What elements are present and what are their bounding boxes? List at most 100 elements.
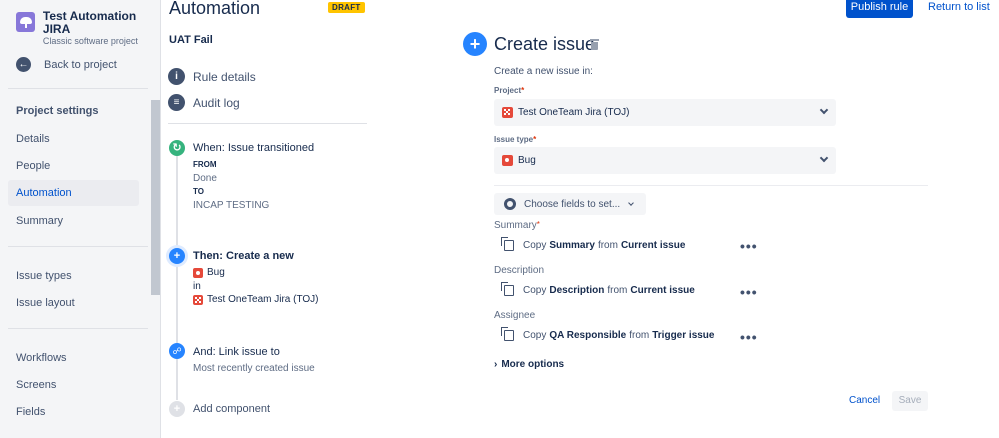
sidebar-item-fields[interactable]: Fields [8,399,139,425]
more-options-toggle[interactable]: › More options [494,359,564,370]
project-select[interactable]: Test OneTeam Jira (TOJ) [494,99,836,126]
action-issue-type: Bug [193,267,225,278]
project-avatar-icon [16,12,35,32]
rule-name[interactable]: UAT Fail [169,34,213,46]
more-actions-icon[interactable]: ••• [740,330,758,344]
project-icon [502,107,513,118]
draft-badge: DRAFT [328,2,365,13]
link-icon: ☍ [169,343,185,359]
bug-icon [193,267,203,278]
back-to-project-link[interactable]: ← Back to project [16,57,117,72]
sidebar-item-issue-types[interactable]: Issue types [8,263,139,289]
link-value: Most recently created issue [193,363,315,374]
sidebar-item-details[interactable]: Details [8,126,139,152]
chevron-down-icon [819,153,829,163]
audit-log-link[interactable]: ≡ Audit log [168,94,240,111]
issue-type-select-value: Bug [518,155,536,166]
audit-log-label: Audit log [193,95,240,110]
info-icon: i [168,68,185,85]
to-value: INCAP TESTING [193,200,270,211]
assignee-copy-row[interactable]: Copy QA Responsible from Trigger issue [501,327,717,341]
action-title[interactable]: Then: Create a new [193,250,294,262]
copy-text: Copy [523,240,547,251]
project-name: Test Automation JIRA [42,9,137,36]
divider [494,185,928,186]
sidebar-scrollbar[interactable] [151,100,160,295]
more-actions-icon[interactable]: ••• [740,239,758,253]
panel-subtitle: Create a new issue in: [494,66,593,77]
bug-icon [502,155,513,166]
trigger-icon: ↻ [169,140,185,156]
chevron-right-icon: › [494,359,498,370]
copy-source: Current issue [630,285,695,296]
save-button[interactable]: Save [892,391,928,411]
copy-icon [501,327,514,341]
copy-source: Current issue [620,240,686,251]
copy-field: Description [549,285,605,296]
action-plus-icon: + [169,248,185,264]
sidebar: Test Automation JIRA Classic software pr… [0,0,161,438]
action-project-label: Test OneTeam Jira (TOJ) [207,294,319,305]
arrow-left-icon: ← [16,57,31,72]
create-issue-plus-icon: + [463,32,487,56]
choose-fields-button[interactable]: Choose fields to set... [494,193,646,215]
divider [8,246,148,247]
copy-source: Trigger issue [652,330,715,341]
panel-title: Create issue [494,34,596,54]
issue-type-select[interactable]: Bug [494,147,836,174]
more-options-label: More options [501,359,565,370]
copy-icon [501,237,514,251]
add-component-button[interactable]: Add component [193,403,270,415]
sidebar-item-people[interactable]: People [8,153,139,179]
more-actions-icon[interactable]: ••• [740,285,758,299]
copy-from: from [597,240,618,251]
publish-rule-button[interactable]: Publish rule [846,0,913,18]
summary-copy-row[interactable]: Copy Summary from Current issue [501,237,688,251]
copy-from: from [629,330,650,341]
project-field-label: Project* [494,86,525,95]
back-label: Back to project [44,58,117,71]
flow-connector [176,150,178,400]
divider [8,328,148,329]
chevron-down-icon [819,105,829,115]
from-value: Done [193,173,217,184]
sidebar-item-workflows[interactable]: Workflows [8,345,139,371]
trigger-title[interactable]: When: Issue transitioned [193,142,314,154]
project-select-value: Test OneTeam Jira (TOJ) [518,107,630,118]
divider [168,123,367,124]
chevron-down-icon [628,199,635,206]
project-type: Classic software project [42,36,138,46]
trash-icon[interactable] [590,39,599,50]
add-icon: + [169,401,185,417]
return-to-list-link[interactable]: Return to list [928,1,990,13]
issue-type-field-label: Issue type* [494,135,537,144]
choose-fields-label: Choose fields to set... [524,198,621,210]
page-title: Automation [169,0,261,18]
action-in-label: in [193,281,201,292]
from-label: FROM [193,160,217,169]
project-icon [193,294,203,305]
link-title[interactable]: And: Link issue to [193,346,280,358]
copy-field: Summary [549,240,595,251]
to-label: TO [193,187,204,196]
copy-from: from [607,285,628,296]
project-header[interactable]: Test Automation JIRA Classic software pr… [16,10,160,47]
gear-icon [504,198,516,210]
description-label: Description [494,265,545,276]
description-copy-row[interactable]: Copy Description from Current issue [501,282,698,296]
assignee-label: Assignee [494,310,536,321]
list-icon: ≡ [168,94,185,111]
action-project: Test OneTeam Jira (TOJ) [193,294,319,305]
cancel-button[interactable]: Cancel [849,395,880,406]
sidebar-item-issue-layout[interactable]: Issue layout [8,290,139,316]
rule-details-link[interactable]: i Rule details [168,68,256,85]
rule-details-label: Rule details [193,69,256,84]
sidebar-item-screens[interactable]: Screens [8,372,139,398]
summary-label: Summary* [494,220,540,231]
action-issue-type-label: Bug [207,267,225,278]
copy-text: Copy [523,285,547,296]
copy-field: QA Responsible [549,330,627,341]
section-title: Project settings [16,105,99,117]
sidebar-item-summary[interactable]: Summary [8,208,139,234]
sidebar-item-automation[interactable]: Automation [8,180,139,206]
